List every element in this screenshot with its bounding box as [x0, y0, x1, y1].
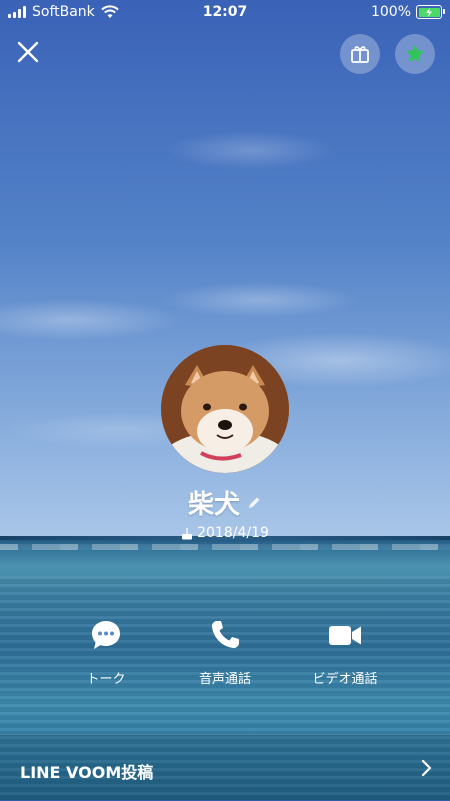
profile-name-row: 柴犬 — [0, 484, 450, 521]
gift-button[interactable] — [340, 34, 380, 74]
gift-icon — [351, 46, 369, 63]
birthday-row: 2018/4/19 — [0, 525, 450, 541]
chevron-right-icon — [421, 759, 432, 777]
voice-call-label: 音声通話 — [198, 672, 251, 687]
line-voom-posts-bar[interactable]: LINE VOOM投稿 — [0, 734, 450, 801]
video-camera-icon — [329, 626, 361, 645]
close-icon — [17, 41, 39, 63]
close-button[interactable] — [14, 38, 42, 66]
video-call-label: ビデオ通話 — [312, 672, 378, 687]
profile-name: 柴犬 — [187, 490, 240, 520]
profile-avatar[interactable] — [161, 345, 289, 473]
birthday-date: 2018/4/19 — [197, 525, 269, 541]
phone-icon — [211, 621, 239, 649]
talk-label: トーク — [86, 672, 126, 687]
chat-bubble-icon — [92, 621, 120, 649]
edit-pencil-icon[interactable] — [246, 495, 262, 511]
dog-photo — [161, 345, 289, 473]
status-right: 100% — [370, 4, 445, 20]
line-voom-label: LINE VOOM投稿 — [20, 763, 154, 782]
video-call-button[interactable]: ビデオ通話 — [285, 618, 405, 687]
waves — [0, 544, 450, 550]
favorite-button[interactable] — [395, 34, 435, 74]
voice-call-button[interactable]: 音声通話 — [165, 618, 285, 687]
battery-icon — [416, 5, 445, 19]
battery-percent: 100% — [370, 4, 411, 20]
star-icon — [406, 44, 424, 62]
birthday-cake-icon — [182, 527, 193, 539]
charging-bolt-icon — [426, 7, 432, 17]
battery-fill — [418, 7, 440, 17]
talk-button[interactable]: トーク — [46, 618, 166, 687]
status-bar: SoftBank 12:07 100% — [0, 0, 450, 26]
